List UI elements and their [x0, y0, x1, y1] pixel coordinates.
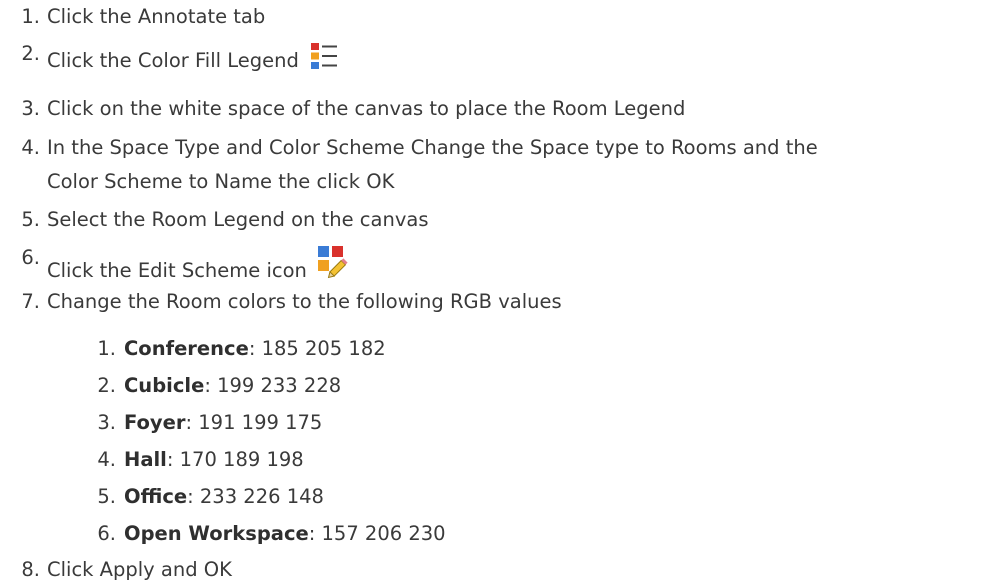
step-number: 8. — [21, 558, 40, 581]
step-number: 7. — [21, 290, 40, 313]
room-number: 3. — [97, 411, 116, 434]
room-name: Hall — [124, 448, 167, 471]
instructions-page: { "steps": [ {"num": "1.", "text": "Clic… — [0, 0, 1003, 585]
room-number: 6. — [97, 522, 116, 545]
step-text: Click on the white space of the canvas t… — [47, 97, 686, 120]
step-number: 4. — [21, 136, 40, 159]
step-text: Click Apply and OK — [47, 558, 232, 581]
step-text: Click the Edit Scheme icon — [47, 259, 307, 282]
room-rgb: : 233 226 148 — [187, 485, 324, 508]
room-name: Office — [124, 485, 188, 508]
step-number: 6. — [21, 246, 40, 269]
step-text: Click the Color Fill Legend — [47, 49, 299, 72]
step-text: In the Space Type and Color Scheme Chang… — [47, 136, 818, 159]
step-number: 5. — [21, 208, 40, 231]
room-number: 5. — [97, 485, 116, 508]
color-fill-legend-icon — [309, 41, 339, 78]
step-number: 2. — [21, 42, 40, 65]
step-number: 3. — [21, 97, 40, 120]
room-name: Cubicle — [124, 374, 205, 397]
room-rgb: : 199 233 228 — [204, 374, 342, 397]
room-rgb: : 170 189 198 — [166, 448, 304, 471]
step-text: Select the Room Legend on the canvas — [47, 208, 429, 231]
step-text: Change the Room colors to the following … — [47, 290, 562, 313]
room-number: 1. — [97, 337, 116, 360]
room-number: 2. — [97, 374, 116, 397]
step-number: 1. — [21, 5, 40, 28]
room-rgb: : 185 205 182 — [248, 337, 386, 360]
room-number: 4. — [97, 448, 116, 471]
room-name: Conference — [124, 337, 249, 360]
room-rgb: : 191 199 175 — [185, 411, 323, 434]
room-name: Foyer — [124, 411, 186, 434]
room-name: Open Workspace — [124, 522, 309, 545]
edit-scheme-icon — [317, 245, 349, 286]
room-rgb: : 157 206 230 — [308, 522, 446, 545]
step-text-continued: Color Scheme to Name the click OK — [47, 170, 395, 193]
step-text: Click the Annotate tab — [47, 5, 266, 28]
